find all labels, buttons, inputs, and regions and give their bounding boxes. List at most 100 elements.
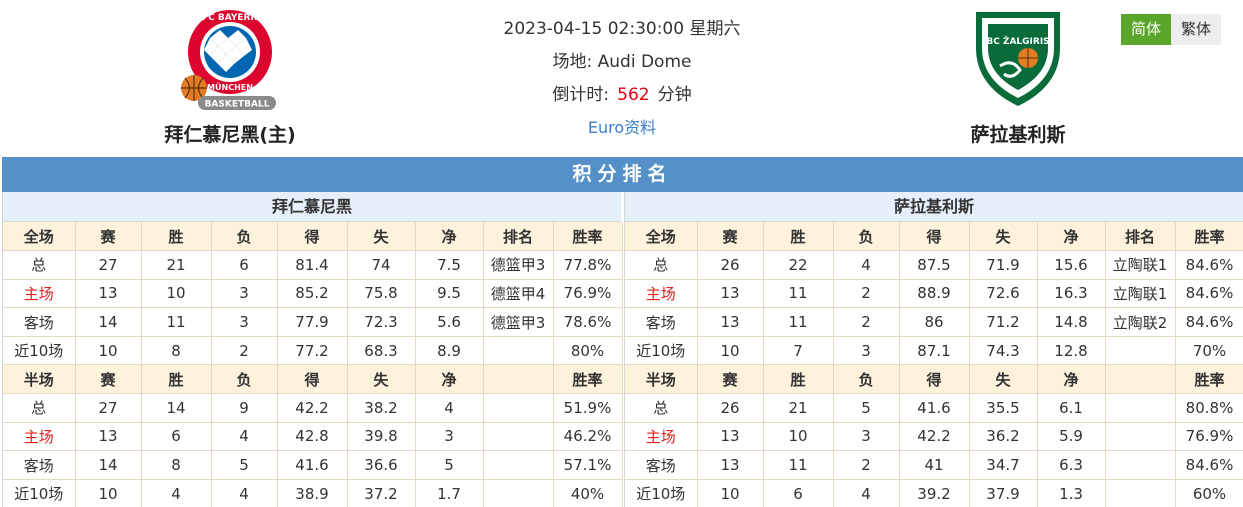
table-cell: 14: [75, 307, 142, 337]
column-header: 胜率: [553, 222, 623, 252]
bayern-basketball-logo: FC BAYERN MÜNCHEN BASKETBALL: [181, 10, 276, 110]
table-cell: 87.5: [899, 250, 970, 280]
table-cell: 德篮甲4: [483, 279, 554, 309]
table-cell: 85.2: [277, 279, 348, 309]
table-cell: 13: [697, 279, 764, 309]
away-standings-team-name: 萨拉基利斯: [625, 192, 1243, 222]
table-cell: 3: [211, 279, 278, 309]
table-cell: 8: [141, 450, 212, 480]
table-cell: 4: [211, 479, 278, 507]
table-cell: 客场: [625, 307, 698, 337]
table-cell: 近10场: [3, 336, 76, 366]
simplified-chinese-button[interactable]: 简体: [1121, 14, 1171, 45]
table-cell: 近10场: [625, 336, 698, 366]
table-cell: 26: [697, 250, 764, 280]
table-cell: 10: [75, 336, 142, 366]
column-header: 胜率: [1175, 364, 1243, 395]
table-cell: 74.3: [969, 336, 1038, 366]
column-header: 净: [1037, 364, 1106, 395]
table-cell: 68.3: [347, 336, 416, 366]
column-header: 得: [277, 222, 348, 252]
table-cell: 2: [211, 336, 278, 366]
table-cell: 87.1: [899, 336, 970, 366]
table-cell: [483, 393, 554, 423]
table-cell: 60%: [1175, 479, 1243, 507]
table-cell: 7.5: [415, 250, 484, 280]
column-header: 赛: [75, 364, 142, 395]
table-cell: 71.9: [969, 250, 1038, 280]
full-game-header-row: 全场赛胜负得失净排名 胜率: [3, 222, 623, 252]
table-cell: 72.3: [347, 307, 416, 337]
match-datetime: 2023-04-15 02:30:00 星期六: [503, 19, 741, 39]
table-cell: 72.6: [969, 279, 1038, 309]
svg-text:BC ŽALGIRIS: BC ŽALGIRIS: [986, 35, 1049, 47]
table-cell: 德篮甲3: [483, 307, 554, 337]
table-cell: 6: [211, 250, 278, 280]
table-cell: 13: [697, 422, 764, 452]
column-header: 全场: [625, 222, 698, 252]
table-cell: 71.2: [969, 307, 1038, 337]
table-cell: 2: [833, 307, 900, 337]
table-cell: 5.9: [1037, 422, 1106, 452]
table-row: 主场 13 10 3 85.2 75.8 9.5 德篮甲4 76.9%: [3, 279, 623, 309]
table-row: 近10场 10 8 2 77.2 68.3 8.9 80%: [3, 336, 623, 366]
table-cell: 4: [141, 479, 212, 507]
table-cell: 主场: [625, 279, 698, 309]
table-cell: 11: [763, 279, 834, 309]
table-cell: 77.9: [277, 307, 348, 337]
table-cell: 14.8: [1037, 307, 1106, 337]
table-cell: 80%: [553, 336, 623, 366]
table-cell: 14: [75, 450, 142, 480]
table-row: 主场 13 10 3 42.2 36.2 5.9 76.9%: [625, 422, 1243, 452]
table-row: 总 27 14 9 42.2 38.2 4 51.9%: [3, 393, 623, 423]
home-team-block[interactable]: FC BAYERN MÜNCHEN BASKETBALL 拜仁慕尼黑(主): [130, 8, 330, 147]
column-header: 半场: [3, 364, 76, 395]
table-cell: 10: [697, 479, 764, 507]
euro-data-link[interactable]: Euro资料: [588, 118, 656, 137]
language-switch: 简体 繁体: [1121, 14, 1221, 45]
table-row: 总 27 21 6 81.4 74 7.5 德篮甲3 77.8%: [3, 250, 623, 280]
match-countdown: 倒计时: 562 分钟: [422, 81, 822, 114]
svg-text:BASKETBALL: BASKETBALL: [205, 100, 270, 110]
table-cell: 客场: [625, 450, 698, 480]
table-cell: 10: [697, 336, 764, 366]
column-header: 得: [899, 364, 970, 395]
table-cell: 10: [75, 479, 142, 507]
table-cell: 21: [763, 393, 834, 423]
table-cell: 客场: [3, 450, 76, 480]
table-cell: 42.8: [277, 422, 348, 452]
away-team-block[interactable]: BC ŽALGIRIS 萨拉基利斯: [918, 8, 1118, 147]
table-cell: 26: [697, 393, 764, 423]
table-cell: 41.6: [899, 393, 970, 423]
table-row: 客场 13 11 2 41 34.7 6.3 84.6%: [625, 450, 1243, 480]
column-header: [483, 364, 554, 395]
table-cell: 39.2: [899, 479, 970, 507]
venue-label: 场地:: [552, 52, 593, 72]
full-game-header-row: 全场赛胜负得失净排名 胜率: [625, 222, 1243, 252]
svg-text:FC BAYERN: FC BAYERN: [202, 13, 258, 23]
table-cell: 近10场: [625, 479, 698, 507]
table-cell: 40%: [553, 479, 623, 507]
table-cell: 41: [899, 450, 970, 480]
table-cell: 14: [141, 393, 212, 423]
away-standings-table: 全场赛胜负得失净排名 胜率总 26 22 4 87.5 71.9 15.6 立陶联1 84.6% 主…: [625, 222, 1243, 507]
table-cell: 客场: [3, 307, 76, 337]
table-cell: [1105, 450, 1176, 480]
table-cell: 11: [763, 307, 834, 337]
table-cell: 立陶联1: [1105, 279, 1176, 309]
table-cell: 77.8%: [553, 250, 623, 280]
column-header: 失: [969, 222, 1038, 252]
table-cell: 34.7: [969, 450, 1038, 480]
table-cell: 13: [697, 307, 764, 337]
column-header: 净: [415, 364, 484, 395]
table-cell: [1105, 336, 1176, 366]
traditional-chinese-button[interactable]: 繁体: [1171, 14, 1221, 45]
table-cell: 81.4: [277, 250, 348, 280]
table-row: 近10场 10 4 4 38.9 37.2 1.7 40%: [3, 479, 623, 507]
table-cell: [1105, 479, 1176, 507]
column-header: 负: [211, 222, 278, 252]
table-cell: 38.9: [277, 479, 348, 507]
table-cell: 13: [75, 422, 142, 452]
venue-name: Audi Dome: [597, 52, 692, 72]
table-cell: 41.6: [277, 450, 348, 480]
